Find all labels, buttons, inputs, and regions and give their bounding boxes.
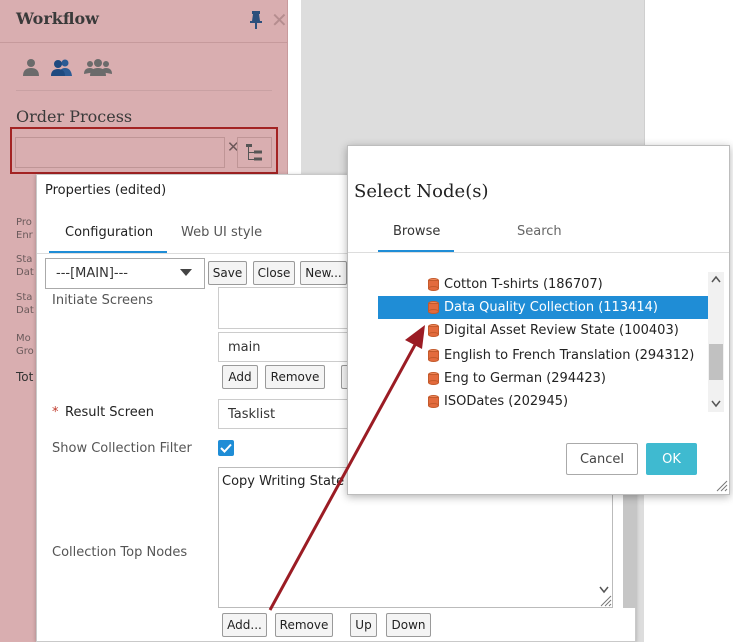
annotation-arrow	[268, 325, 425, 611]
